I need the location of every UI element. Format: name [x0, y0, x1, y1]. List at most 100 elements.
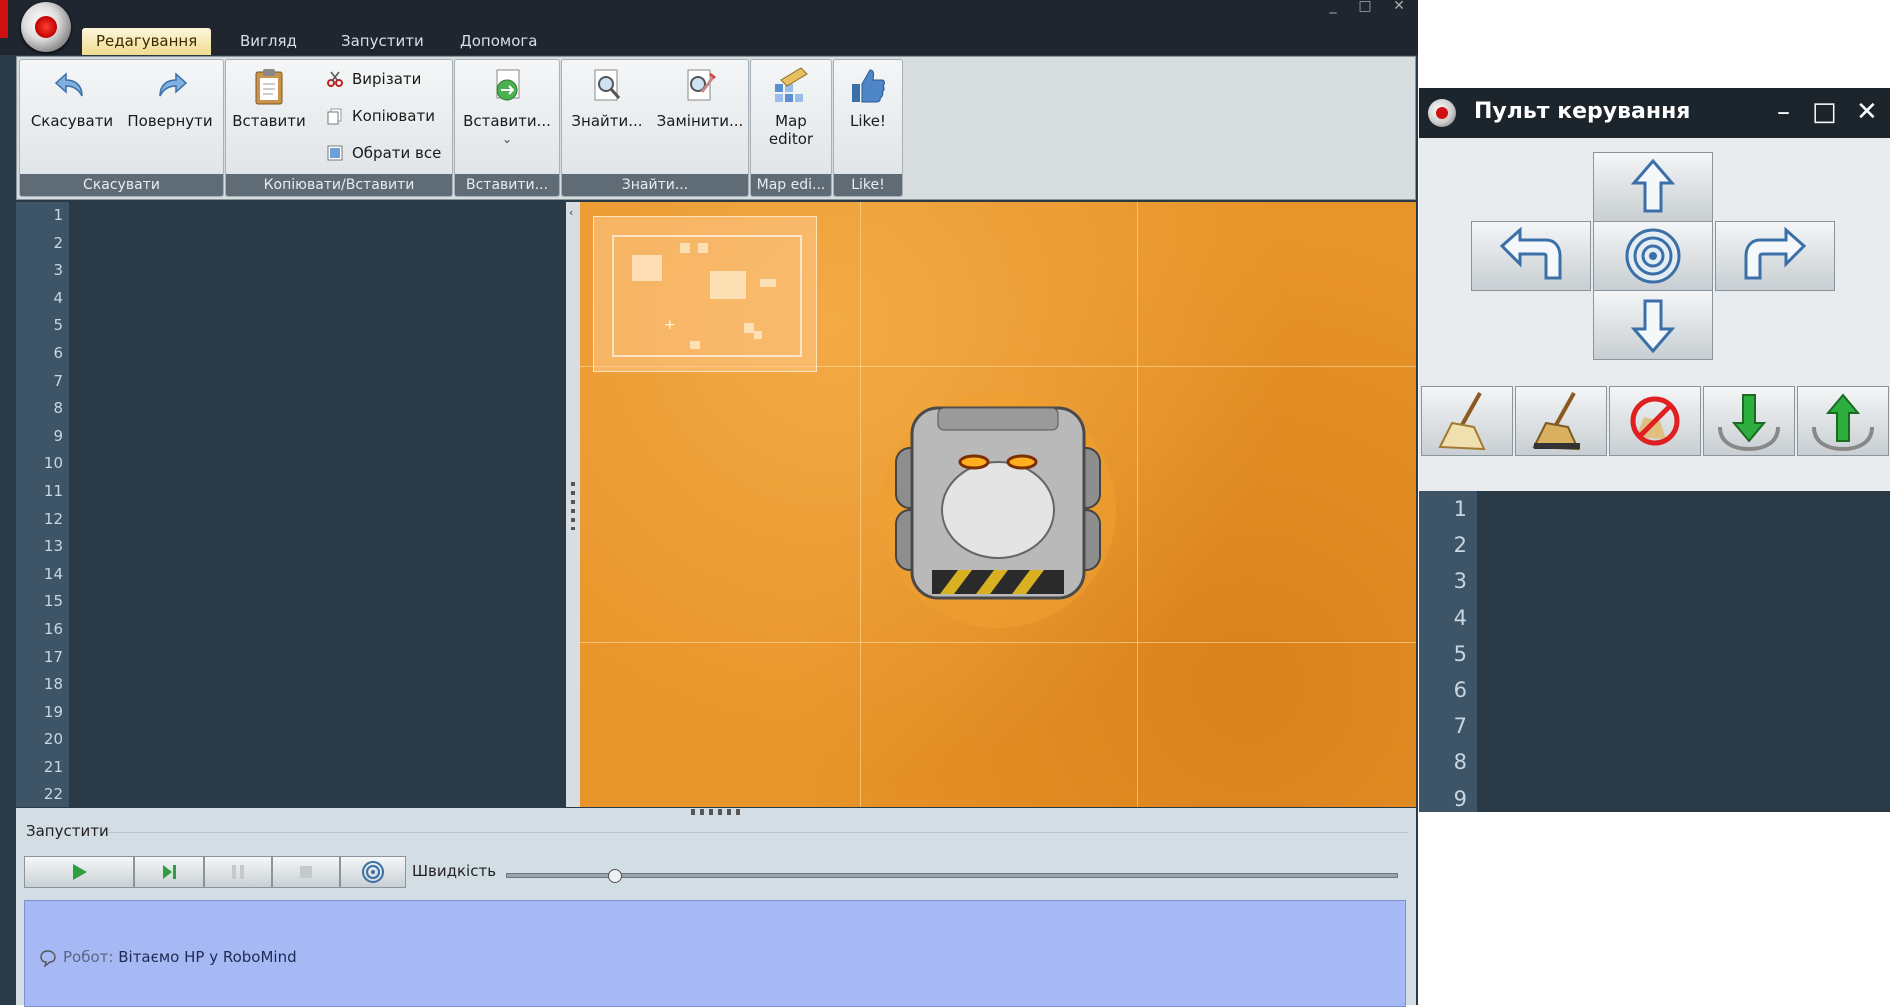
- line-number: 8: [1453, 750, 1467, 775]
- vertical-splitter[interactable]: ‹: [566, 202, 580, 807]
- control-panel-title: Пульт керування: [1474, 99, 1691, 124]
- replace-button[interactable]: Замінити...: [654, 66, 746, 130]
- turn-right-button[interactable]: [1715, 221, 1835, 291]
- line-number: 16: [43, 619, 63, 638]
- maximize-icon[interactable]: □: [1812, 98, 1837, 126]
- copy-button[interactable]: Копіювати: [322, 103, 435, 129]
- horizontal-splitter-grip-icon[interactable]: [691, 809, 741, 815]
- arrow-up-icon: [1630, 158, 1676, 213]
- turn-right-icon: [1744, 226, 1807, 280]
- insert-icon: [496, 69, 520, 101]
- robot-icon: [880, 392, 1116, 628]
- pick-up-button[interactable]: [1703, 386, 1795, 456]
- turn-left-button[interactable]: [1471, 221, 1591, 291]
- target-icon: [1625, 228, 1681, 284]
- line-number: 5: [53, 316, 63, 335]
- grid-line: [580, 642, 1416, 643]
- taskbar-edge: [0, 0, 8, 38]
- control-panel-window: Пульт керування – □ ✕ 1 2 3 4 5 6 7 8 9: [1419, 88, 1890, 812]
- select-all-button[interactable]: Обрати все: [322, 140, 441, 166]
- backward-button[interactable]: [1593, 290, 1713, 360]
- ribbon: Скасувати Повернути Скасувати Вставити В…: [16, 56, 1416, 200]
- paste-button[interactable]: Вставити: [230, 66, 308, 130]
- app-orb-icon[interactable]: [21, 2, 71, 52]
- line-number: 1: [53, 206, 63, 224]
- console-message: Робот: Вітаємо HP у RoboMind: [39, 948, 297, 968]
- minimap-block: [744, 323, 754, 333]
- recorded-code-editor[interactable]: 1 2 3 4 5 6 7 8 9: [1419, 491, 1890, 812]
- line-number: 21: [43, 757, 63, 776]
- cut-label: Вирізати: [352, 70, 422, 88]
- redo-button[interactable]: Повернути: [124, 66, 216, 130]
- undo-label: Скасувати: [30, 112, 114, 130]
- insert-button[interactable]: Вставити... ⌄: [459, 66, 555, 146]
- cut-button[interactable]: Вирізати: [322, 66, 421, 92]
- arrow-up-hands-icon: [1812, 393, 1874, 452]
- forward-button[interactable]: [1593, 152, 1713, 222]
- ribbon-group-label: Знайти...: [562, 174, 748, 196]
- thumbs-up-icon: [852, 69, 885, 103]
- ribbon-group-insert: Вставити... ⌄ Вставити...: [454, 59, 560, 197]
- line-number: 7: [1453, 714, 1467, 739]
- line-number: 18: [43, 675, 63, 694]
- line-number: 12: [43, 509, 63, 528]
- ribbon-group-clipboard: Вставити Вирізати Копіювати Обрати все К…: [225, 59, 453, 197]
- chevron-left-icon[interactable]: ‹: [569, 206, 573, 219]
- grid-line: [1137, 202, 1138, 807]
- line-number: 9: [1453, 786, 1467, 811]
- message-console: Робот: Вітаємо HP у RoboMind: [24, 900, 1406, 1007]
- line-number: 2: [1453, 533, 1467, 558]
- tab-help[interactable]: Допомога: [446, 28, 551, 55]
- minimap[interactable]: +: [593, 216, 817, 372]
- line-number: 11: [43, 481, 63, 500]
- maximize-icon[interactable]: □: [1354, 0, 1376, 14]
- turn-left-icon: [1499, 226, 1562, 280]
- minimap-block: [760, 279, 776, 287]
- speech-bubble-icon: [40, 949, 56, 968]
- insert-label: Вставити...: [463, 112, 551, 130]
- speed-slider[interactable]: [506, 869, 1398, 883]
- undo-button[interactable]: Скасувати: [26, 66, 118, 130]
- ribbon-group-label: Like!: [834, 174, 902, 196]
- center-button[interactable]: [1593, 221, 1713, 291]
- control-panel-title-bar: Пульт керування – □ ✕: [1419, 88, 1890, 138]
- stop-painting-button[interactable]: [1609, 386, 1701, 456]
- ribbon-group-label: Map edi...: [751, 174, 831, 196]
- run-panel: Запустити Швидкість Робот: Вітаємо HP у …: [16, 808, 1416, 1007]
- play-button[interactable]: [24, 856, 134, 888]
- stop-button[interactable]: [272, 856, 340, 888]
- tab-view[interactable]: Вигляд: [226, 28, 311, 55]
- step-icon: [163, 865, 176, 879]
- map-editor-button[interactable]: Map editor: [753, 66, 829, 148]
- ribbon-group-find: Знайти... Замінити... Знайти...: [561, 59, 749, 197]
- close-icon[interactable]: ✕: [1388, 0, 1410, 14]
- minimap-block: [632, 255, 662, 281]
- close-icon[interactable]: ✕: [1856, 98, 1878, 126]
- find-button[interactable]: Знайти...: [564, 66, 650, 130]
- like-label: Like!: [850, 112, 886, 130]
- tab-run[interactable]: Запустити: [327, 28, 438, 55]
- put-down-button[interactable]: [1797, 386, 1889, 456]
- pause-button[interactable]: [204, 856, 272, 888]
- undo-icon: [54, 72, 83, 97]
- line-number: 9: [53, 426, 63, 445]
- step-button[interactable]: [134, 856, 204, 888]
- search-icon: [594, 69, 621, 101]
- paint-white-button[interactable]: [1421, 386, 1513, 456]
- paint-black-button[interactable]: [1515, 386, 1607, 456]
- line-number: 6: [1453, 677, 1467, 702]
- splitter-grip-icon[interactable]: [571, 482, 575, 530]
- minimize-icon[interactable]: _: [1322, 0, 1344, 14]
- select-all-label: Обрати все: [352, 144, 442, 162]
- remote-control-button[interactable]: [340, 856, 406, 888]
- minimap-block: [690, 341, 700, 349]
- code-editor[interactable]: 1 2 3 4 5 6 7 8 9 10 11 12 13 14 15 16 17 18 19 20 21 22: [16, 202, 564, 807]
- minimize-icon[interactable]: –: [1777, 98, 1790, 126]
- minimap-robot-marker-icon: +: [664, 317, 676, 333]
- speed-slider-thumb[interactable]: [607, 869, 622, 883]
- line-number: 19: [43, 702, 63, 721]
- console-text: Вітаємо HP у RoboMind: [118, 948, 297, 966]
- like-button[interactable]: Like!: [836, 66, 900, 130]
- tab-edit[interactable]: Редагування: [82, 28, 212, 55]
- line-number: 13: [43, 537, 63, 556]
